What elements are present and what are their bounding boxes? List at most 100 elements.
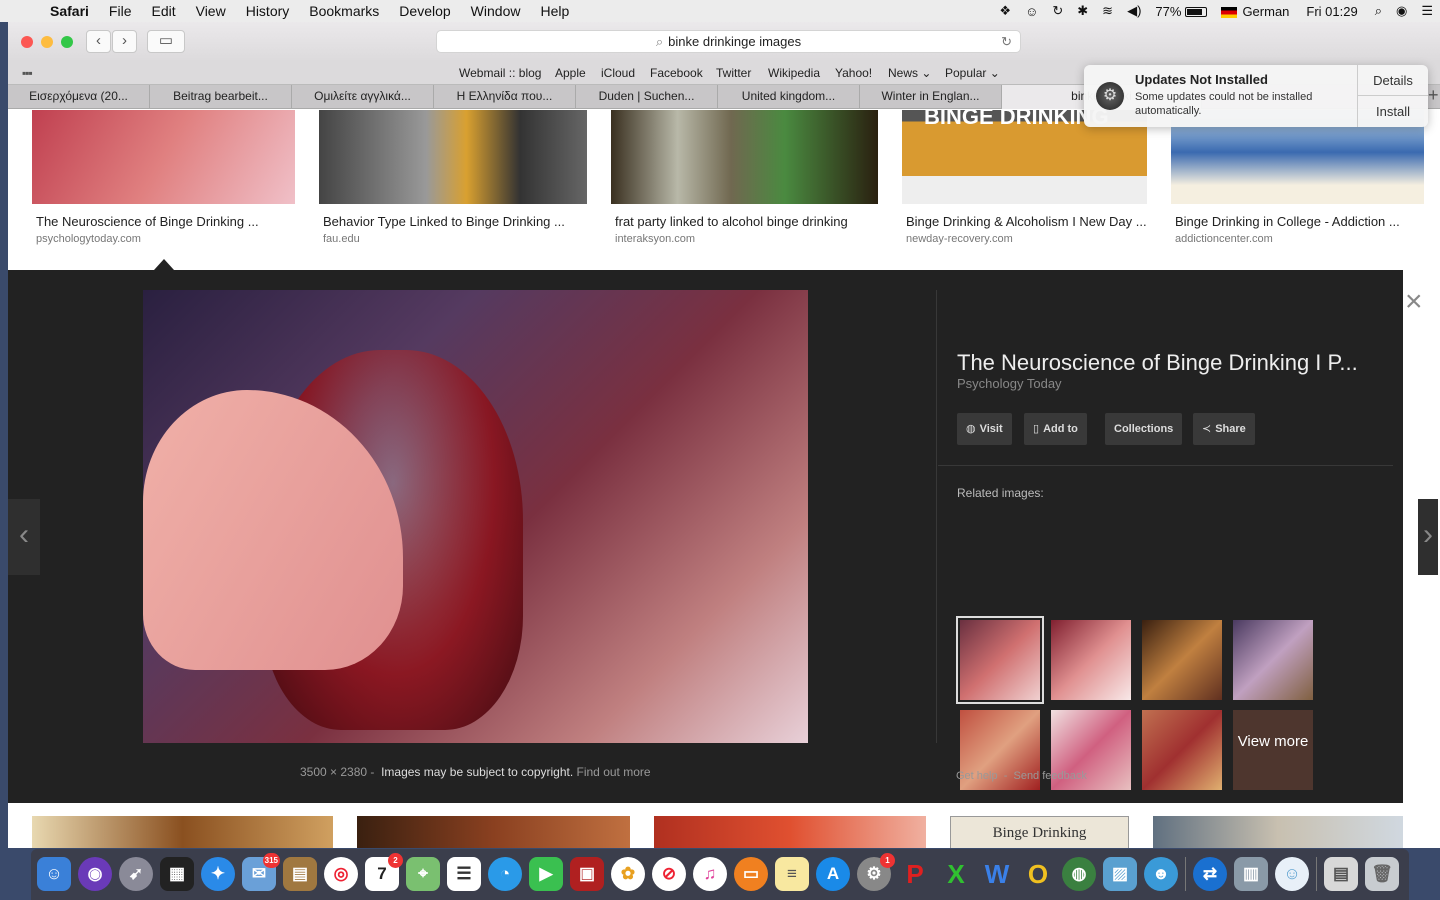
fav-webmail[interactable]: Webmail :: blog — [459, 66, 541, 80]
visit-button[interactable]: ◍ Visit — [957, 413, 1012, 445]
menu-bookmarks[interactable]: Bookmarks — [299, 0, 389, 22]
image-title[interactable]: The Neuroscience of Binge Drinking I P..… — [957, 350, 1358, 376]
menu-app-name[interactable]: Safari — [40, 0, 99, 22]
menu-history[interactable]: History — [236, 0, 300, 22]
safari-icon[interactable]: ✦ — [201, 857, 235, 891]
ghost-icon[interactable]: ☺ — [1018, 4, 1045, 19]
opera-icon[interactable]: O — [1021, 857, 1055, 891]
related-image[interactable] — [956, 616, 1044, 704]
fav-wikipedia[interactable]: Wikipedia — [768, 66, 820, 80]
fav-news[interactable]: News ⌄ — [888, 66, 931, 80]
wifi-icon[interactable]: ≋ — [1095, 3, 1120, 19]
spotlight-icon[interactable]: ⌕ — [1368, 3, 1389, 19]
top-sites-grid-icon[interactable]: ▪▪▪ — [22, 66, 33, 80]
photos-icon[interactable]: ✿ — [611, 857, 645, 891]
minimize-window-button[interactable] — [41, 36, 53, 48]
find-out-more-link[interactable]: Find out more — [577, 765, 651, 779]
mail-icon[interactable]: ✉ 315 — [242, 853, 280, 891]
tab-ellinida[interactable]: Η Ελληνίδα που... — [434, 85, 576, 109]
back-button[interactable]: ‹ — [86, 30, 111, 53]
chrome-icon[interactable]: ◎ — [324, 857, 358, 891]
collections-button[interactable]: Collections — [1105, 413, 1183, 445]
photo-booth-icon[interactable]: ▣ — [570, 857, 604, 891]
previous-image-button[interactable]: ‹ — [8, 499, 40, 575]
downloads-stack-icon[interactable]: ▤ — [1324, 857, 1358, 891]
fav-popular[interactable]: Popular ⌄ — [945, 66, 1000, 80]
fav-yahoo[interactable]: Yahoo! — [835, 66, 872, 80]
word-icon[interactable]: W — [980, 857, 1014, 891]
reload-icon[interactable]: ↻ — [1001, 34, 1012, 50]
image-source[interactable]: Psychology Today — [957, 376, 1062, 391]
fav-twitter[interactable]: Twitter — [716, 66, 751, 80]
address-bar[interactable]: ⌕ binke drinkinge images ↻ — [436, 30, 1021, 53]
fav-icloud[interactable]: iCloud — [601, 66, 635, 80]
menu-help[interactable]: Help — [530, 0, 579, 22]
facetime-icon[interactable]: ▶ — [529, 857, 563, 891]
calendar-icon[interactable]: 72 — [365, 853, 403, 891]
messages-icon[interactable]: ◔ — [488, 857, 522, 891]
siri-icon[interactable]: ◉ — [1389, 3, 1414, 19]
books-icon[interactable]: ▭ — [734, 857, 768, 891]
install-button[interactable]: Install — [1358, 96, 1428, 127]
menu-window[interactable]: Window — [461, 0, 531, 22]
menu-edit[interactable]: Edit — [141, 0, 185, 22]
forward-button[interactable]: › — [112, 30, 137, 53]
maps-icon[interactable]: ⌖ — [406, 857, 440, 891]
network-globe-icon[interactable]: ◍ — [1062, 857, 1096, 891]
tab-omileite[interactable]: Ομιλείτε αγγλικά... — [292, 85, 434, 109]
result-image[interactable]: Binge Drinking — [950, 816, 1129, 848]
dropbox-icon[interactable]: ❖ — [992, 3, 1018, 19]
result-card[interactable]: Binge Drinking in College - Addiction ..… — [1171, 110, 1424, 245]
details-button[interactable]: Details — [1358, 65, 1428, 96]
related-image[interactable] — [1233, 620, 1313, 700]
fav-facebook[interactable]: Facebook — [650, 66, 703, 80]
tab-winter[interactable]: Winter in Englan... — [860, 85, 1002, 109]
itunes-icon[interactable]: ♫ — [693, 857, 727, 891]
launchpad-icon[interactable]: ➹ — [119, 857, 153, 891]
result-card[interactable]: Behavior Type Linked to Binge Drinking .… — [319, 110, 587, 245]
app-store-icon[interactable]: A — [816, 857, 850, 891]
fav-apple[interactable]: Apple — [555, 66, 586, 80]
excel-icon[interactable]: X — [939, 857, 973, 891]
image-capture-icon[interactable]: ▥ — [1234, 857, 1268, 891]
close-window-button[interactable] — [21, 36, 33, 48]
mission-control-icon[interactable]: ▦ — [160, 857, 194, 891]
send-feedback-link[interactable]: Send feedback — [1013, 770, 1086, 782]
result-image[interactable] — [654, 816, 926, 848]
powerpoint-icon[interactable]: P — [898, 857, 932, 891]
bluetooth-icon[interactable]: ✱ — [1070, 3, 1095, 19]
share-button[interactable]: ≺ Share — [1193, 413, 1255, 445]
system-preferences-icon[interactable]: ⚙ 1 — [857, 853, 895, 891]
get-help-link[interactable]: Get help — [956, 770, 998, 782]
battery-status[interactable]: 77% — [1148, 4, 1214, 19]
result-card[interactable]: BINGE DRINKING Binge Drinking & Alcoholi… — [902, 110, 1147, 245]
menu-develop[interactable]: Develop — [389, 0, 460, 22]
clock[interactable]: Fri 01:29 — [1296, 4, 1367, 19]
reminders-icon[interactable]: ☰ — [447, 857, 481, 891]
zoom-window-button[interactable] — [61, 36, 73, 48]
contacts-people-icon[interactable]: ☻ — [1144, 857, 1178, 891]
related-image[interactable] — [1142, 620, 1222, 700]
time-machine-icon[interactable]: ↻ — [1045, 3, 1070, 19]
teamviewer-icon[interactable]: ⇄ — [1193, 857, 1227, 891]
news-icon[interactable]: ⊘ — [652, 857, 686, 891]
volume-icon[interactable]: ◀) — [1120, 3, 1148, 19]
tab-united-kingdom[interactable]: United kingdom... — [718, 85, 860, 109]
finder-icon[interactable]: ☺ — [37, 857, 71, 891]
add-to-button[interactable]: ▯ Add to — [1024, 413, 1087, 445]
result-image[interactable] — [32, 816, 333, 848]
view-more-button[interactable]: View more — [1233, 710, 1313, 790]
menu-file[interactable]: File — [99, 0, 142, 22]
result-image[interactable] — [357, 816, 630, 848]
related-image[interactable] — [1142, 710, 1222, 790]
related-image[interactable] — [1051, 620, 1131, 700]
contacts-icon[interactable]: ▤ — [283, 857, 317, 891]
input-source[interactable]: German — [1214, 4, 1296, 19]
notification-center-icon[interactable]: ☰ — [1414, 3, 1440, 19]
remote-desktop-icon[interactable]: ▨ — [1103, 857, 1137, 891]
trash-icon[interactable]: 🗑 — [1365, 857, 1399, 891]
tab-inbox[interactable]: Εισερχόμενα (20... — [8, 85, 150, 109]
notes-icon[interactable]: ≡ — [775, 857, 809, 891]
finder-face-icon[interactable]: ☺ — [1275, 857, 1309, 891]
result-card[interactable]: The Neuroscience of Binge Drinking ... p… — [32, 110, 295, 245]
